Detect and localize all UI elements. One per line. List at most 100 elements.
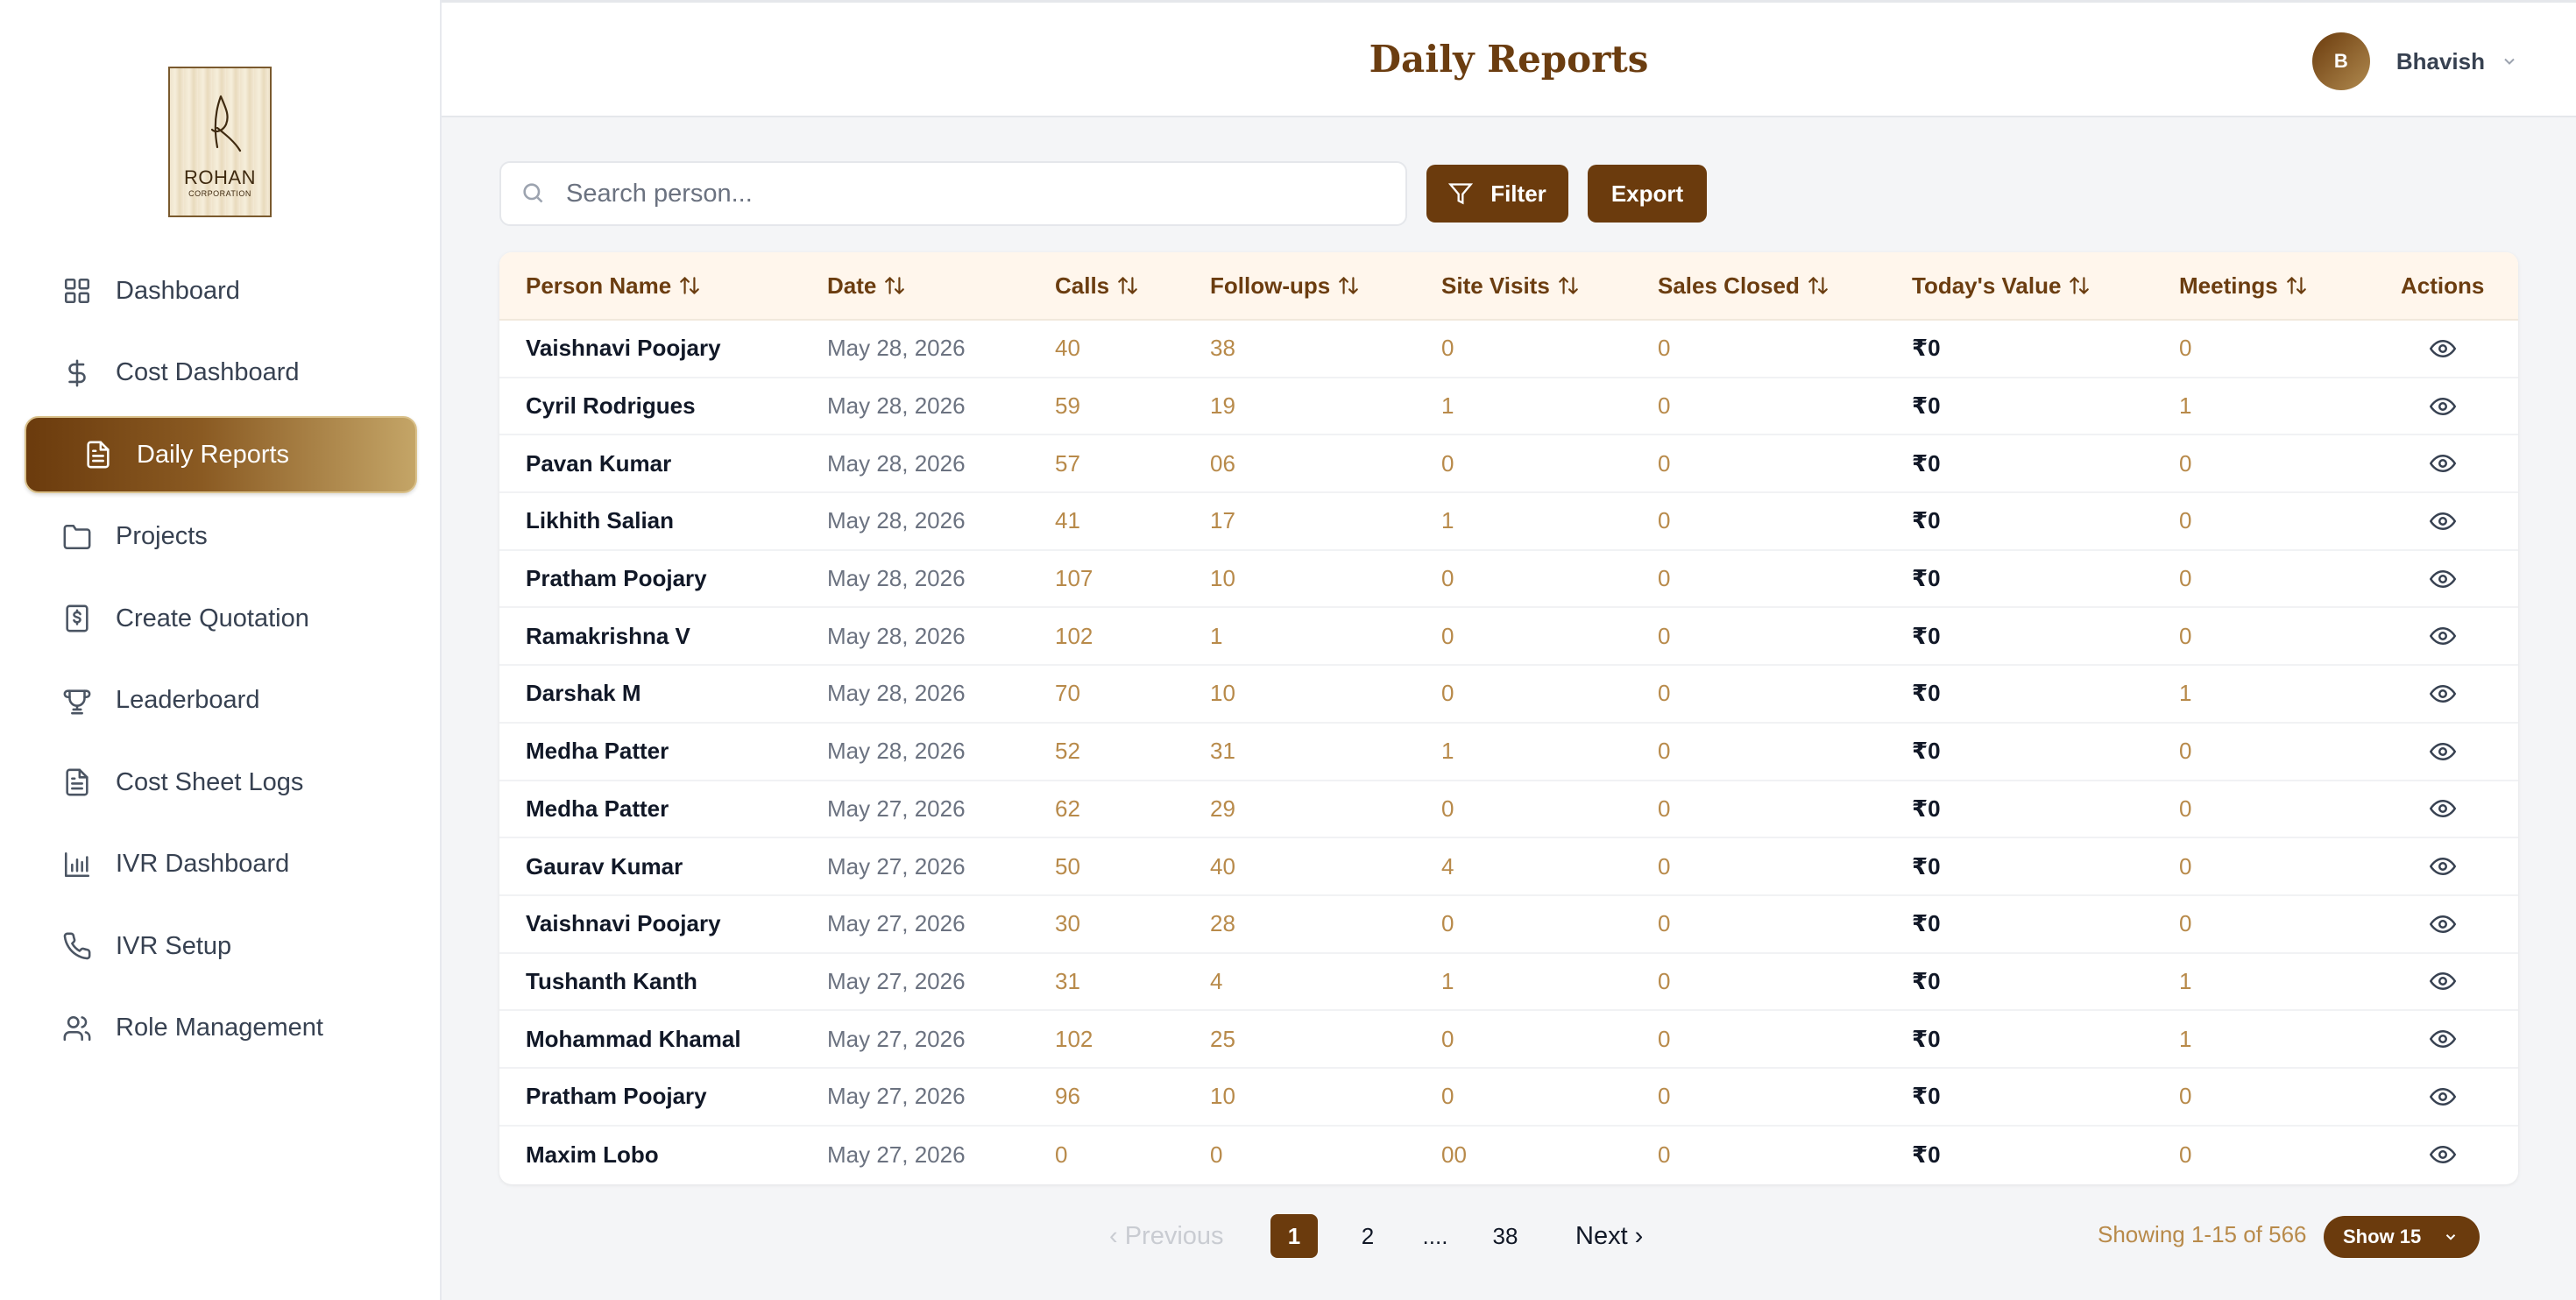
sidebar-item-daily-reports[interactable]: Daily Reports bbox=[25, 416, 417, 493]
col-meetings-cell: 0 bbox=[2179, 507, 2192, 534]
col-todays-value-cell: ₹0 bbox=[1912, 622, 1941, 649]
company-logo[interactable]: ROHAN CORPORATION bbox=[168, 67, 272, 217]
receipt-icon bbox=[61, 603, 93, 634]
col-date-cell: May 28, 2026 bbox=[827, 565, 966, 592]
sidebar-item-role-management[interactable]: Role Management bbox=[25, 990, 417, 1067]
page-button-1[interactable]: 1 bbox=[1270, 1214, 1318, 1258]
sidebar-item-ivr-dashboard[interactable]: IVR Dashboard bbox=[25, 826, 417, 903]
view-eye-icon[interactable] bbox=[2429, 738, 2457, 765]
view-eye-icon[interactable] bbox=[2429, 911, 2457, 937]
view-eye-icon[interactable] bbox=[2429, 795, 2457, 822]
col-calls-cell: 0 bbox=[1055, 1141, 1068, 1168]
col-meetings-cell: 0 bbox=[2179, 795, 2192, 822]
page-title: Daily Reports bbox=[1369, 38, 1649, 81]
view-eye-icon[interactable] bbox=[2429, 1141, 2457, 1168]
sidebar-item-cost-sheet-logs[interactable]: Cost Sheet Logs bbox=[25, 744, 417, 821]
col-person-name-cell: Vaishnavi Poojary bbox=[526, 910, 721, 937]
col-todays-value-cell: ₹0 bbox=[1912, 852, 1941, 880]
view-eye-icon[interactable] bbox=[2429, 336, 2457, 362]
view-eye-icon[interactable] bbox=[2429, 566, 2457, 592]
col-person-name-cell: Cyril Rodrigues bbox=[526, 392, 696, 420]
view-eye-icon[interactable] bbox=[2429, 393, 2457, 420]
header-col-calls[interactable]: Calls bbox=[1055, 272, 1139, 300]
col-sales-closed-cell: 0 bbox=[1658, 967, 1671, 994]
sidebar-item-cost-dashboard[interactable]: Cost Dashboard bbox=[25, 335, 417, 412]
view-eye-icon[interactable] bbox=[2429, 508, 2457, 534]
page-ellipsis: .... bbox=[1422, 1222, 1448, 1249]
col-person-name-cell: Medha Patter bbox=[526, 738, 669, 765]
search-box bbox=[499, 161, 1407, 226]
logo-mark-icon bbox=[210, 95, 242, 152]
col-site-visits-cell: 0 bbox=[1441, 622, 1454, 649]
sidebar-item-projects[interactable]: Projects bbox=[25, 498, 417, 576]
search-input[interactable] bbox=[566, 179, 1355, 208]
sidebar-item-leaderboard[interactable]: Leaderboard bbox=[25, 662, 417, 739]
previous-page-button[interactable]: ‹ Previous bbox=[1109, 1214, 1224, 1258]
page-button-2[interactable]: 2 bbox=[1344, 1214, 1391, 1258]
filter-button-label: Filter bbox=[1490, 180, 1546, 207]
col-todays-value-cell: ₹0 bbox=[1912, 565, 1941, 592]
col-date-cell: May 27, 2026 bbox=[827, 910, 966, 937]
col-sales-closed-cell: 0 bbox=[1658, 1083, 1671, 1110]
col-date-cell: May 28, 2026 bbox=[827, 449, 966, 477]
view-eye-icon[interactable] bbox=[2429, 968, 2457, 994]
users-icon bbox=[61, 1013, 93, 1044]
sidebar-item-dashboard[interactable]: Dashboard bbox=[25, 252, 417, 329]
col-date-cell: May 28, 2026 bbox=[827, 680, 966, 707]
col-sales-closed-cell: 0 bbox=[1658, 1025, 1671, 1052]
col-date-cell: May 28, 2026 bbox=[827, 335, 966, 362]
col-meetings-cell: 1 bbox=[2179, 680, 2192, 707]
col-site-visits-cell: 4 bbox=[1441, 852, 1454, 880]
col-sales-closed-cell: 0 bbox=[1658, 335, 1671, 362]
col-sales-closed-cell: 0 bbox=[1658, 507, 1671, 534]
col-date-cell: May 27, 2026 bbox=[827, 795, 966, 822]
header-col-sales-closed[interactable]: Sales Closed bbox=[1658, 272, 1829, 300]
col-site-visits-cell: 1 bbox=[1441, 738, 1454, 765]
chevron-down-icon bbox=[2501, 53, 2518, 70]
header-col-person-name[interactable]: Person Name bbox=[526, 272, 701, 300]
sidebar-item-create-quotation[interactable]: Create Quotation bbox=[25, 580, 417, 657]
header-col-todays-value[interactable]: Today's Value bbox=[1912, 272, 2091, 300]
col-person-name-cell: Likhith Salian bbox=[526, 507, 675, 534]
col-site-visits-cell: 0 bbox=[1441, 1083, 1454, 1110]
page-size-select[interactable]: Show 15 bbox=[2324, 1216, 2480, 1258]
filter-button[interactable]: Filter bbox=[1426, 165, 1568, 223]
header-col-follow-ups[interactable]: Follow-ups bbox=[1210, 272, 1360, 300]
col-person-name-cell: Maxim Lobo bbox=[526, 1141, 659, 1168]
header-col-site-visits[interactable]: Site Visits bbox=[1441, 272, 1580, 300]
col-calls-cell: 30 bbox=[1055, 910, 1080, 937]
col-todays-value-cell: ₹0 bbox=[1912, 967, 1941, 994]
sort-icon bbox=[876, 274, 906, 297]
sidebar-item-label: Cost Dashboard bbox=[116, 358, 300, 386]
page-button-38[interactable]: 38 bbox=[1479, 1214, 1532, 1258]
next-page-button[interactable]: Next › bbox=[1575, 1214, 1643, 1258]
sidebar-item-label: Create Quotation bbox=[116, 604, 309, 632]
folder-icon bbox=[61, 521, 93, 553]
view-eye-icon[interactable] bbox=[2429, 1084, 2457, 1110]
view-eye-icon[interactable] bbox=[2429, 450, 2457, 477]
sort-icon bbox=[1800, 274, 1829, 297]
table-row: Maxim Lobo May 27, 2026 0 0 00 0 ₹0 0 bbox=[499, 1127, 2518, 1184]
col-calls-cell: 57 bbox=[1055, 449, 1080, 477]
view-eye-icon[interactable] bbox=[2429, 1026, 2457, 1052]
col-follow-ups-cell: 38 bbox=[1210, 335, 1235, 362]
col-meetings-cell: 1 bbox=[2179, 1025, 2192, 1052]
col-meetings-cell: 0 bbox=[2179, 738, 2192, 765]
table-row: Vaishnavi Poojary May 28, 2026 40 38 0 0 ₹0 0 bbox=[499, 321, 2518, 378]
header-col-meetings[interactable]: Meetings bbox=[2179, 272, 2308, 300]
col-sales-closed-cell: 0 bbox=[1658, 1141, 1671, 1168]
view-eye-icon[interactable] bbox=[2429, 853, 2457, 880]
col-follow-ups-cell: 17 bbox=[1210, 507, 1235, 534]
export-button[interactable]: Export bbox=[1588, 165, 1707, 223]
view-eye-icon[interactable] bbox=[2429, 681, 2457, 707]
view-eye-icon[interactable] bbox=[2429, 623, 2457, 649]
user-menu[interactable]: B Bhavish bbox=[2311, 32, 2518, 90]
header-col-date[interactable]: Date bbox=[827, 272, 906, 300]
col-follow-ups-cell: 31 bbox=[1210, 738, 1235, 765]
sidebar-item-ivr-setup[interactable]: IVR Setup bbox=[25, 908, 417, 985]
table-row: Vaishnavi Poojary May 27, 2026 30 28 0 0 ₹0 0 bbox=[499, 896, 2518, 954]
col-todays-value-cell: ₹0 bbox=[1912, 335, 1941, 362]
col-person-name-cell: Tushanth Kanth bbox=[526, 967, 697, 994]
logo-name: ROHAN bbox=[184, 166, 256, 188]
table-body: Vaishnavi Poojary May 28, 2026 4 0 38 0 0 ₹0 0 Cy… bbox=[499, 321, 2518, 1183]
